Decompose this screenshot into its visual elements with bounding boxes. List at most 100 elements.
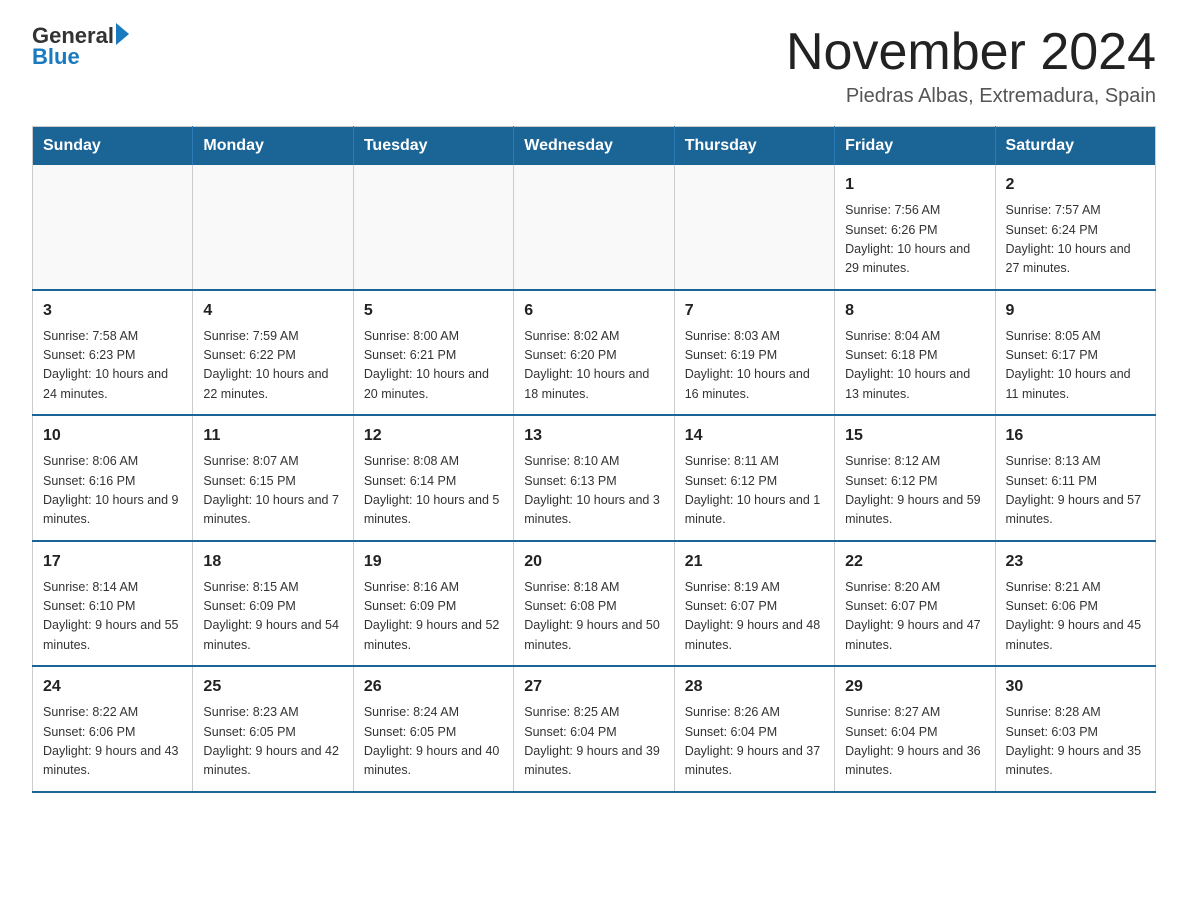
cell-day-number: 16 — [1006, 424, 1145, 448]
cell-day-number: 1 — [845, 173, 984, 197]
calendar-cell: 28 Sunrise: 8:26 AM Sunset: 6:04 PM Dayli… — [674, 666, 834, 792]
calendar-cell: 24 Sunrise: 8:22 AM Sunset: 6:06 PM Dayli… — [33, 666, 193, 792]
calendar-cell — [193, 165, 353, 290]
calendar-week-5: 24 Sunrise: 8:22 AM Sunset: 6:06 PM Dayli… — [33, 666, 1156, 792]
weekday-header-tuesday: Tuesday — [353, 127, 513, 166]
calendar-cell: 29 Sunrise: 8:27 AM Sunset: 6:04 PM Dayli… — [835, 666, 995, 792]
calendar-cell: 15 Sunrise: 8:12 AM Sunset: 6:12 PM Dayli… — [835, 415, 995, 541]
calendar-cell: 27Sunrise: 8:25 AM Sunset: 6:04 PM Dayli… — [514, 666, 674, 792]
cell-day-number: 29 — [845, 675, 984, 699]
cell-day-number: 19 — [364, 550, 503, 574]
cell-day-number: 17 — [43, 550, 182, 574]
cell-info: Sunrise: 8:11 AM Sunset: 6:12 PM Dayligh… — [685, 452, 824, 530]
cell-info: Sunrise: 8:07 AM Sunset: 6:15 PM Dayligh… — [203, 452, 342, 530]
weekday-header-thursday: Thursday — [674, 127, 834, 166]
cell-info: Sunrise: 8:21 AM Sunset: 6:06 PM Dayligh… — [1006, 578, 1145, 656]
cell-day-number: 22 — [845, 550, 984, 574]
calendar-cell — [514, 165, 674, 290]
calendar-cell: 14Sunrise: 8:11 AM Sunset: 6:12 PM Dayli… — [674, 415, 834, 541]
weekday-header-sunday: Sunday — [33, 127, 193, 166]
calendar-cell: 8 Sunrise: 8:04 AM Sunset: 6:18 PM Daylig… — [835, 290, 995, 416]
cell-day-number: 26 — [364, 675, 503, 699]
calendar-cell — [674, 165, 834, 290]
calendar-week-4: 17 Sunrise: 8:14 AM Sunset: 6:10 PM Dayli… — [33, 541, 1156, 667]
cell-info: Sunrise: 8:08 AM Sunset: 6:14 PM Dayligh… — [364, 452, 503, 530]
logo-text-blue: Blue — [32, 44, 129, 70]
cell-info: Sunrise: 8:15 AM Sunset: 6:09 PM Dayligh… — [203, 578, 342, 656]
cell-day-number: 28 — [685, 675, 824, 699]
calendar-cell: 30Sunrise: 8:28 AM Sunset: 6:03 PM Dayli… — [995, 666, 1155, 792]
cell-info: Sunrise: 8:14 AM Sunset: 6:10 PM Dayligh… — [43, 578, 182, 656]
cell-info: Sunrise: 8:19 AM Sunset: 6:07 PM Dayligh… — [685, 578, 824, 656]
title-block: November 2024 Piedras Albas, Extremadura… — [786, 24, 1156, 108]
calendar-cell: 7Sunrise: 8:03 AM Sunset: 6:19 PM Daylig… — [674, 290, 834, 416]
cell-day-number: 20 — [524, 550, 663, 574]
page-header: General Blue November 2024 Piedras Albas… — [32, 24, 1156, 108]
cell-info: Sunrise: 7:56 AM Sunset: 6:26 PM Dayligh… — [845, 201, 984, 279]
calendar-cell: 16 Sunrise: 8:13 AM Sunset: 6:11 PM Dayli… — [995, 415, 1155, 541]
calendar-cell: 13Sunrise: 8:10 AM Sunset: 6:13 PM Dayli… — [514, 415, 674, 541]
calendar-cell: 20 Sunrise: 8:18 AM Sunset: 6:08 PM Dayli… — [514, 541, 674, 667]
calendar-cell: 26Sunrise: 8:24 AM Sunset: 6:05 PM Dayli… — [353, 666, 513, 792]
cell-info: Sunrise: 8:18 AM Sunset: 6:08 PM Dayligh… — [524, 578, 663, 656]
cell-info: Sunrise: 7:57 AM Sunset: 6:24 PM Dayligh… — [1006, 201, 1145, 279]
calendar-cell: 10Sunrise: 8:06 AM Sunset: 6:16 PM Dayli… — [33, 415, 193, 541]
cell-day-number: 3 — [43, 299, 182, 323]
logo-arrow-icon — [116, 23, 129, 45]
calendar-week-3: 10Sunrise: 8:06 AM Sunset: 6:16 PM Dayli… — [33, 415, 1156, 541]
weekday-header-friday: Friday — [835, 127, 995, 166]
cell-day-number: 2 — [1006, 173, 1145, 197]
calendar-cell: 12 Sunrise: 8:08 AM Sunset: 6:14 PM Dayli… — [353, 415, 513, 541]
cell-day-number: 10 — [43, 424, 182, 448]
cell-day-number: 24 — [43, 675, 182, 699]
cell-day-number: 27 — [524, 675, 663, 699]
cell-day-number: 18 — [203, 550, 342, 574]
calendar-week-2: 3 Sunrise: 7:58 AM Sunset: 6:23 PM Daylig… — [33, 290, 1156, 416]
cell-info: Sunrise: 8:04 AM Sunset: 6:18 PM Dayligh… — [845, 327, 984, 405]
cell-day-number: 9 — [1006, 299, 1145, 323]
calendar-cell: 23Sunrise: 8:21 AM Sunset: 6:06 PM Dayli… — [995, 541, 1155, 667]
cell-info: Sunrise: 8:20 AM Sunset: 6:07 PM Dayligh… — [845, 578, 984, 656]
weekday-header-saturday: Saturday — [995, 127, 1155, 166]
page-subtitle: Piedras Albas, Extremadura, Spain — [786, 85, 1156, 108]
cell-day-number: 21 — [685, 550, 824, 574]
cell-info: Sunrise: 8:00 AM Sunset: 6:21 PM Dayligh… — [364, 327, 503, 405]
cell-day-number: 12 — [364, 424, 503, 448]
cell-day-number: 6 — [524, 299, 663, 323]
calendar-cell: 17 Sunrise: 8:14 AM Sunset: 6:10 PM Dayli… — [33, 541, 193, 667]
calendar-cell — [33, 165, 193, 290]
calendar-cell: 6 Sunrise: 8:02 AM Sunset: 6:20 PM Daylig… — [514, 290, 674, 416]
calendar-cell: 19Sunrise: 8:16 AM Sunset: 6:09 PM Dayli… — [353, 541, 513, 667]
cell-day-number: 25 — [203, 675, 342, 699]
cell-info: Sunrise: 8:10 AM Sunset: 6:13 PM Dayligh… — [524, 452, 663, 530]
calendar-table: SundayMondayTuesdayWednesdayThursdayFrid… — [32, 126, 1156, 793]
cell-info: Sunrise: 8:26 AM Sunset: 6:04 PM Dayligh… — [685, 703, 824, 781]
cell-info: Sunrise: 8:12 AM Sunset: 6:12 PM Dayligh… — [845, 452, 984, 530]
cell-day-number: 30 — [1006, 675, 1145, 699]
calendar-cell: 22 Sunrise: 8:20 AM Sunset: 6:07 PM Dayli… — [835, 541, 995, 667]
calendar-cell: 11 Sunrise: 8:07 AM Sunset: 6:15 PM Dayli… — [193, 415, 353, 541]
cell-info: Sunrise: 8:23 AM Sunset: 6:05 PM Dayligh… — [203, 703, 342, 781]
cell-day-number: 8 — [845, 299, 984, 323]
cell-day-number: 11 — [203, 424, 342, 448]
cell-info: Sunrise: 8:02 AM Sunset: 6:20 PM Dayligh… — [524, 327, 663, 405]
calendar-cell: 9 Sunrise: 8:05 AM Sunset: 6:17 PM Daylig… — [995, 290, 1155, 416]
cell-info: Sunrise: 8:13 AM Sunset: 6:11 PM Dayligh… — [1006, 452, 1145, 530]
page-title: November 2024 — [786, 24, 1156, 81]
calendar-week-1: 1 Sunrise: 7:56 AM Sunset: 6:26 PM Daylig… — [33, 165, 1156, 290]
calendar-cell: 3 Sunrise: 7:58 AM Sunset: 6:23 PM Daylig… — [33, 290, 193, 416]
calendar-cell: 21 Sunrise: 8:19 AM Sunset: 6:07 PM Dayli… — [674, 541, 834, 667]
calendar-cell: 4 Sunrise: 7:59 AM Sunset: 6:22 PM Daylig… — [193, 290, 353, 416]
cell-day-number: 4 — [203, 299, 342, 323]
cell-day-number: 15 — [845, 424, 984, 448]
cell-day-number: 5 — [364, 299, 503, 323]
calendar-cell: 5 Sunrise: 8:00 AM Sunset: 6:21 PM Daylig… — [353, 290, 513, 416]
calendar-header-row: SundayMondayTuesdayWednesdayThursdayFrid… — [33, 127, 1156, 166]
cell-info: Sunrise: 7:59 AM Sunset: 6:22 PM Dayligh… — [203, 327, 342, 405]
cell-info: Sunrise: 8:22 AM Sunset: 6:06 PM Dayligh… — [43, 703, 182, 781]
calendar-cell — [353, 165, 513, 290]
cell-info: Sunrise: 8:27 AM Sunset: 6:04 PM Dayligh… — [845, 703, 984, 781]
cell-info: Sunrise: 7:58 AM Sunset: 6:23 PM Dayligh… — [43, 327, 182, 405]
weekday-header-monday: Monday — [193, 127, 353, 166]
cell-info: Sunrise: 8:05 AM Sunset: 6:17 PM Dayligh… — [1006, 327, 1145, 405]
